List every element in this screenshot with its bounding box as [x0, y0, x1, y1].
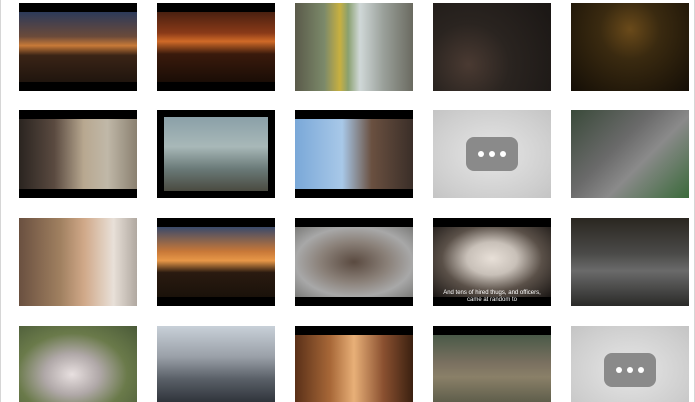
thumbnail-aerial-crowd-street[interactable] [571, 110, 689, 198]
thumbnail-dense-crowd-heads[interactable] [433, 3, 551, 91]
thumbnail-street-pole[interactable] [295, 3, 413, 91]
more-horizontal-icon[interactable] [466, 137, 518, 171]
thumbnail-loading-placeholder[interactable] [433, 110, 551, 198]
thumbnail-night-crowd-overhead[interactable] [571, 218, 689, 306]
thumbnail-night-crowd-fire[interactable] [157, 3, 275, 91]
thumbnail-tanks-street[interactable] [433, 326, 551, 402]
thumbnail-man-smiling-river[interactable] [295, 110, 413, 198]
thumbnail-elderly-woman-portrait[interactable] [19, 326, 137, 402]
thumbnail-woman-headscarf-interview[interactable]: And tens of hired thugs, and officers, c… [433, 218, 551, 306]
thumbnail-room-people-lamp[interactable] [295, 326, 413, 402]
more-horizontal-icon[interactable] [604, 353, 656, 387]
thumbnail-dark-crowd-lights[interactable] [571, 3, 689, 91]
thumbnail-loading-placeholder-2[interactable] [571, 326, 689, 402]
thumbnail-crowd-street-buildings[interactable] [19, 218, 137, 306]
thumbnail-tv-screen-smoke[interactable] [157, 110, 275, 198]
thumbnail-square-crowd-sunset[interactable] [157, 218, 275, 306]
thumbnail-police-street-line[interactable] [157, 326, 275, 402]
video-thumbnail-grid: And tens of hired thugs, and officers, c… [0, 0, 695, 402]
thumbnail-night-crowd-fireworks[interactable] [19, 3, 137, 91]
subtitle-caption: And tens of hired thugs, and officers, c… [443, 290, 541, 303]
thumbnail-man-city-street[interactable] [19, 110, 137, 198]
thumbnail-aerial-square-crowd[interactable] [295, 218, 413, 306]
